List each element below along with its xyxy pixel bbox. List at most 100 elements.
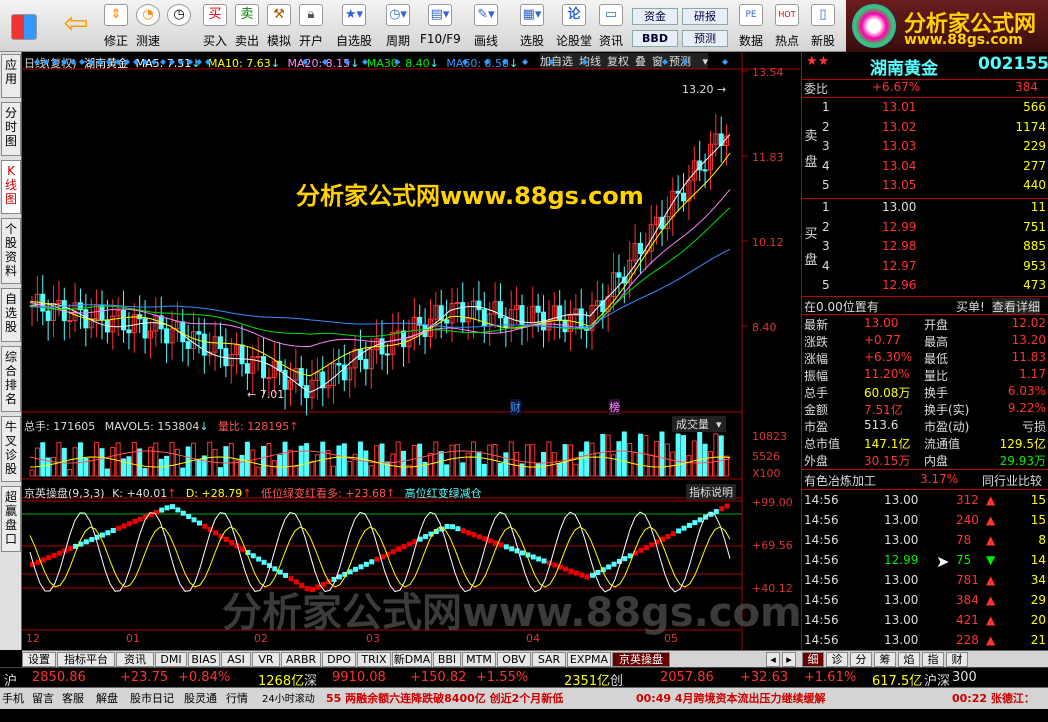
- indicator-tab[interactable]: DMI: [155, 652, 187, 667]
- indicator-tab[interactable]: SAR: [532, 652, 566, 667]
- status-item[interactable]: 解盘: [96, 690, 118, 706]
- price-tick: 13.54: [752, 66, 784, 79]
- quote-stock-code: 002155: [978, 54, 1048, 74]
- indicator-step: [406, 541, 412, 547]
- hot-button[interactable]: HOT 热点: [772, 4, 802, 50]
- industry-compare-button[interactable]: 同行业比较: [982, 472, 1042, 489]
- indicator-tab[interactable]: 新DMA: [392, 652, 432, 667]
- period-button[interactable]: ◷▾ 周期: [378, 4, 418, 50]
- new-stock-button[interactable]: ▯ 新股: [808, 4, 838, 50]
- detail-button[interactable]: 查看详细: [992, 298, 1041, 315]
- indicator-tab[interactable]: 京英操盘: [612, 652, 670, 667]
- watchlist-button[interactable]: ★▾ 自选股: [334, 4, 374, 50]
- indicator-step: [460, 528, 466, 534]
- status-item[interactable]: 客服: [62, 690, 84, 706]
- status-item[interactable]: 股灵通: [184, 690, 217, 706]
- volume-bar: [217, 467, 223, 477]
- indicator-tab[interactable]: OBV: [497, 652, 531, 667]
- open-account-button[interactable]: 🔒︎ 开户: [296, 4, 326, 50]
- tab-scroll-left-icon[interactable]: ◂: [766, 652, 780, 667]
- quote-tab[interactable]: 细: [802, 652, 824, 667]
- quote-tab[interactable]: 指: [922, 652, 944, 667]
- tab-scroll-right-icon[interactable]: ▸: [782, 652, 796, 667]
- indicator-tab[interactable]: BIAS: [188, 652, 220, 667]
- status-item[interactable]: 股市日记: [130, 690, 174, 706]
- indicator-tab[interactable]: DPO: [322, 652, 356, 667]
- indicator-step: [649, 542, 655, 548]
- grid-button[interactable]: [6, 4, 42, 50]
- volume-bar: [271, 460, 277, 477]
- candle-body: [578, 308, 584, 329]
- indicator-tab[interactable]: 设置: [22, 652, 56, 667]
- tab-diagnose[interactable]: 牛叉诊股: [1, 416, 21, 482]
- quote-tab[interactable]: 分: [850, 652, 872, 667]
- tab-watchlist[interactable]: 自选股: [1, 288, 21, 342]
- f10-button[interactable]: ▤▾ F10/F9: [420, 4, 461, 50]
- volume-bar: [115, 442, 121, 477]
- sell-level-row: 4 13.04 277: [822, 158, 1046, 173]
- status-item[interactable]: 手机: [2, 690, 24, 706]
- tab-ranking[interactable]: 综合排名: [1, 346, 21, 412]
- status-item[interactable]: 留言: [32, 690, 54, 706]
- star-icon[interactable]: ★★: [806, 54, 829, 69]
- indicator-tab[interactable]: 资讯: [116, 652, 154, 667]
- indicator-tab[interactable]: TRIX: [357, 652, 391, 667]
- indicator-tab[interactable]: ARBR: [281, 652, 321, 667]
- indicator-step: [56, 550, 62, 556]
- down-arrow-icon: ▼: [986, 553, 996, 567]
- simulate-button[interactable]: ⚒ 模拟: [264, 4, 294, 50]
- news-item[interactable]: 00:49 4月跨境资本流出压力继续缓解: [636, 690, 826, 706]
- volume-select[interactable]: 成交量 ▾: [672, 416, 726, 432]
- indicator-step: [665, 533, 671, 539]
- tab-kline[interactable]: K线图: [1, 160, 21, 214]
- status-item[interactable]: 行情: [226, 690, 248, 706]
- tab-order-book[interactable]: 超赢盘口: [1, 486, 21, 552]
- volume-bar: [627, 442, 633, 477]
- toolbar-btn-2[interactable]: ⇕ 修正: [100, 4, 132, 50]
- signal-diamond-icon: [178, 59, 184, 65]
- back-button[interactable]: ⇦: [56, 4, 96, 50]
- stock-select-button[interactable]: ▦▾ 选股: [512, 4, 552, 50]
- volume-bar: [56, 442, 62, 477]
- research-button[interactable]: 研报: [682, 8, 728, 25]
- sell-button[interactable]: 卖卖出: [232, 4, 262, 50]
- tab-stock-info[interactable]: 个股资料: [1, 218, 21, 284]
- tab-apps[interactable]: 应用: [1, 54, 21, 98]
- volume-bar: [460, 462, 466, 477]
- forum-button[interactable]: 论论股堂: [556, 4, 592, 50]
- news-item[interactable]: 00:22 张德江：: [952, 690, 1035, 706]
- capital-button[interactable]: 资金: [632, 8, 678, 25]
- candle-body: [454, 302, 460, 305]
- indicator-help-button[interactable]: 指标说明: [686, 484, 736, 500]
- quote-tab[interactable]: 财: [946, 652, 968, 667]
- stat-row: 最新 13.00 开盘 12.02: [804, 316, 1046, 332]
- quote-tab[interactable]: 焰: [898, 652, 920, 667]
- toolbar-btn-4[interactable]: ◷: [164, 4, 194, 50]
- news-item[interactable]: 55 两融余额六连降跌破8400亿 创近2个月新低: [326, 690, 563, 706]
- forecast-button[interactable]: 预测: [682, 30, 728, 47]
- quote-tab[interactable]: 诊: [826, 652, 848, 667]
- data-button[interactable]: PE 数据: [736, 4, 766, 50]
- draw-line-button[interactable]: ✎▾ 画线: [466, 4, 506, 50]
- buy-button[interactable]: 买买入: [200, 4, 230, 50]
- indicator-tab[interactable]: ASI: [221, 652, 251, 667]
- toolbar-btn-3[interactable]: ◔ 测速: [132, 4, 164, 50]
- indicator-tab[interactable]: MTM: [462, 652, 496, 667]
- indicator-tab[interactable]: VR: [252, 652, 280, 667]
- indicator-step: [466, 530, 472, 536]
- quote-tab[interactable]: 筹: [874, 652, 896, 667]
- bbd-button[interactable]: BBD: [632, 30, 678, 47]
- indicator-tab[interactable]: EXPMA: [567, 652, 611, 667]
- indicator-tab[interactable]: 指标平台: [57, 652, 115, 667]
- indicator-tab[interactable]: BBI: [433, 652, 461, 667]
- kline-chart-area[interactable]: 日线(复权) 湖南黄金 MA5: 7.51↓ MA10: 7.63↓ MA20:…: [22, 52, 802, 650]
- volume-bar: [390, 453, 396, 477]
- hammer-icon: ⚒: [267, 4, 291, 26]
- news-button[interactable]: ▭ 资讯: [596, 4, 626, 50]
- volume-bar: [514, 451, 520, 477]
- finance-marker[interactable]: 财: [510, 399, 521, 415]
- up-down-icon: ⇕: [104, 4, 128, 26]
- tab-intraday[interactable]: 分时图: [1, 102, 21, 156]
- stat-row: 市盈 513.6 市盈(动) 亏损: [804, 418, 1046, 434]
- rank-marker[interactable]: 榜: [609, 399, 620, 415]
